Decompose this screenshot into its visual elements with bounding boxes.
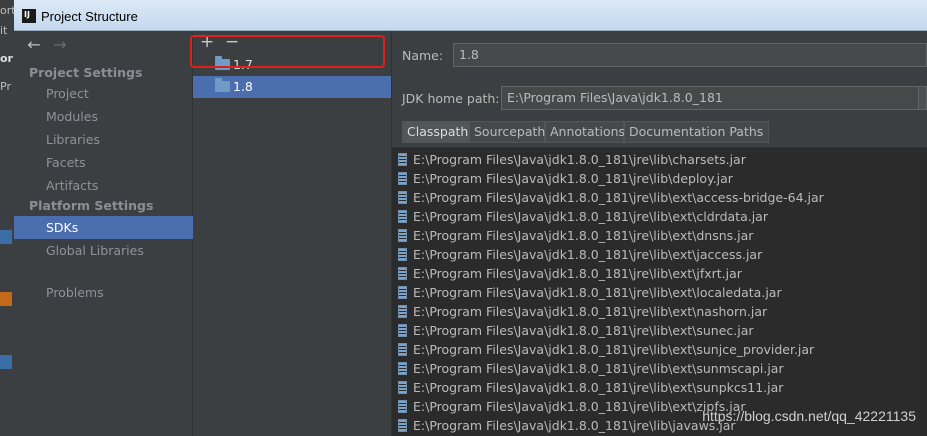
project-settings-heading: Project Settings (29, 65, 143, 80)
jar-file-icon (398, 153, 407, 166)
add-sdk-button[interactable]: + (200, 32, 214, 52)
jar-file-icon (398, 267, 407, 280)
jdk-home-path-value: E:\Program Files\Java\jdk1.8.0_181 (507, 90, 723, 105)
jar-file-icon (398, 172, 407, 185)
classpath-entry-path: E:\Program Files\Java\jdk1.8.0_181\jre\l… (413, 228, 754, 243)
sidebar-item-problems[interactable]: Problems (14, 281, 193, 304)
tab-sourcepath[interactable]: Sourcepath (469, 121, 545, 143)
sdk-list-panel: + − 1.7 1.8 (193, 31, 392, 436)
back-arrow-icon[interactable]: ← (25, 36, 43, 54)
jdk-home-path-field[interactable]: E:\Program Files\Java\jdk1.8.0_181 (501, 86, 927, 110)
jar-file-icon (398, 210, 407, 223)
background-text-fragment: it (0, 24, 8, 37)
classpath-entry-path: E:\Program Files\Java\jdk1.8.0_181\jre\l… (413, 380, 784, 395)
sdk-detail-panel: Name: 1.8 JDK home path: E:\Program File… (392, 31, 927, 436)
jar-file-icon (398, 286, 407, 299)
background-blue-block (0, 355, 12, 369)
background-orange-block (0, 292, 12, 306)
classpath-entry[interactable]: E:\Program Files\Java\jdk1.8.0_181\jre\l… (392, 340, 927, 359)
jar-file-icon (398, 229, 407, 242)
sidebar-item-global-libraries[interactable]: Global Libraries (14, 239, 193, 262)
jar-file-icon (398, 343, 407, 356)
sdk-name-field[interactable]: 1.8 (453, 43, 927, 67)
classpath-entry-path: E:\Program Files\Java\jdk1.8.0_181\jre\l… (413, 323, 754, 338)
remove-sdk-button[interactable]: − (225, 32, 239, 52)
classpath-entry-path: E:\Program Files\Java\jdk1.8.0_181\jre\l… (413, 266, 742, 281)
background-text-fragment: or (0, 52, 13, 65)
classpath-entry-path: E:\Program Files\Java\jdk1.8.0_181\jre\l… (413, 361, 784, 376)
classpath-entry[interactable]: E:\Program Files\Java\jdk1.8.0_181\jre\l… (392, 264, 927, 283)
classpath-entry-path: E:\Program Files\Java\jdk1.8.0_181\jre\l… (413, 171, 733, 186)
classpath-entry[interactable]: E:\Program Files\Java\jdk1.8.0_181\jre\l… (392, 321, 927, 340)
sidebar-item-facets[interactable]: Facets (14, 151, 193, 174)
jar-file-icon (398, 248, 407, 261)
sdk-list-item-selected[interactable]: 1.8 (193, 76, 391, 98)
jar-file-icon (398, 381, 407, 394)
sdk-folder-icon (215, 78, 230, 92)
classpath-entry-path: E:\Program Files\Java\jdk1.8.0_181\jre\l… (413, 285, 782, 300)
background-blue-block (0, 230, 12, 244)
sidebar-item-libraries[interactable]: Libraries (14, 128, 193, 151)
classpath-entry[interactable]: E:\Program Files\Java\jdk1.8.0_181\jre\l… (392, 150, 927, 169)
classpath-entry-path: E:\Program Files\Java\jdk1.8.0_181\jre\l… (413, 190, 824, 205)
csdn-watermark: https://blog.csdn.net/qq_42221135 (702, 408, 916, 424)
jar-file-icon (398, 400, 407, 413)
title-bar[interactable]: Project Structure (14, 0, 927, 31)
platform-settings-heading: Platform Settings (29, 198, 154, 213)
window-title: Project Structure (41, 9, 138, 24)
background-text-fragment: Pr (0, 80, 11, 93)
classpath-list: E:\Program Files\Java\jdk1.8.0_181\jre\l… (392, 147, 927, 436)
jar-file-icon (398, 324, 407, 337)
sidebar-item-project[interactable]: Project (14, 82, 193, 105)
intellij-app-icon (22, 9, 36, 23)
classpath-entry[interactable]: E:\Program Files\Java\jdk1.8.0_181\jre\l… (392, 359, 927, 378)
classpath-entry[interactable]: E:\Program Files\Java\jdk1.8.0_181\jre\l… (392, 226, 927, 245)
jar-file-icon (398, 419, 407, 432)
settings-sidebar: ← → Project Settings Project Modules Lib… (14, 31, 193, 436)
classpath-entry[interactable]: E:\Program Files\Java\jdk1.8.0_181\jre\l… (392, 207, 927, 226)
browse-button[interactable] (918, 87, 926, 109)
background-ide-window: ort it or Pr (0, 0, 14, 436)
sidebar-item-modules[interactable]: Modules (14, 105, 193, 128)
classpath-entry-path: E:\Program Files\Java\jdk1.8.0_181\jre\l… (413, 152, 746, 167)
jar-file-icon (398, 362, 407, 375)
jdk-home-path-label: JDK home path: (402, 91, 500, 106)
project-structure-dialog: Project Structure ← → Project Settings P… (14, 0, 927, 436)
forward-arrow-icon[interactable]: → (51, 36, 69, 54)
classpath-entry-path: E:\Program Files\Java\jdk1.8.0_181\jre\l… (413, 304, 768, 319)
sdk-list-item-label: 1.8 (233, 79, 253, 94)
classpath-entry[interactable]: E:\Program Files\Java\jdk1.8.0_181\jre\l… (392, 169, 927, 188)
sdk-list-item-label: 1.7 (233, 57, 253, 72)
classpath-entry[interactable]: E:\Program Files\Java\jdk1.8.0_181\jre\l… (392, 378, 927, 397)
classpath-entry[interactable]: E:\Program Files\Java\jdk1.8.0_181\jre\l… (392, 283, 927, 302)
jar-file-icon (398, 191, 407, 204)
classpath-entry-path: E:\Program Files\Java\jdk1.8.0_181\jre\l… (413, 342, 815, 357)
sdk-folder-icon (215, 56, 230, 70)
tab-classpath[interactable]: Classpath (402, 121, 469, 143)
jar-file-icon (398, 305, 407, 318)
sidebar-item-artifacts[interactable]: Artifacts (14, 174, 193, 197)
sdk-list-item[interactable]: 1.7 (193, 54, 391, 76)
sidebar-item-sdks[interactable]: SDKs (14, 216, 193, 239)
tab-annotations[interactable]: Annotations (545, 121, 625, 143)
classpath-entry-path: E:\Program Files\Java\jdk1.8.0_181\jre\l… (413, 209, 768, 224)
classpath-entry[interactable]: E:\Program Files\Java\jdk1.8.0_181\jre\l… (392, 302, 927, 321)
name-label: Name: (402, 48, 444, 63)
classpath-entry[interactable]: E:\Program Files\Java\jdk1.8.0_181\jre\l… (392, 188, 927, 207)
classpath-entry[interactable]: E:\Program Files\Java\jdk1.8.0_181\jre\l… (392, 245, 927, 264)
classpath-entry-path: E:\Program Files\Java\jdk1.8.0_181\jre\l… (413, 399, 746, 414)
classpath-entry-path: E:\Program Files\Java\jdk1.8.0_181\jre\l… (413, 247, 763, 262)
background-text-fragment: ort (0, 4, 14, 17)
tab-documentation-paths[interactable]: Documentation Paths (624, 121, 769, 143)
classpath-entry-path: E:\Program Files\Java\jdk1.8.0_181\jre\l… (413, 418, 736, 433)
